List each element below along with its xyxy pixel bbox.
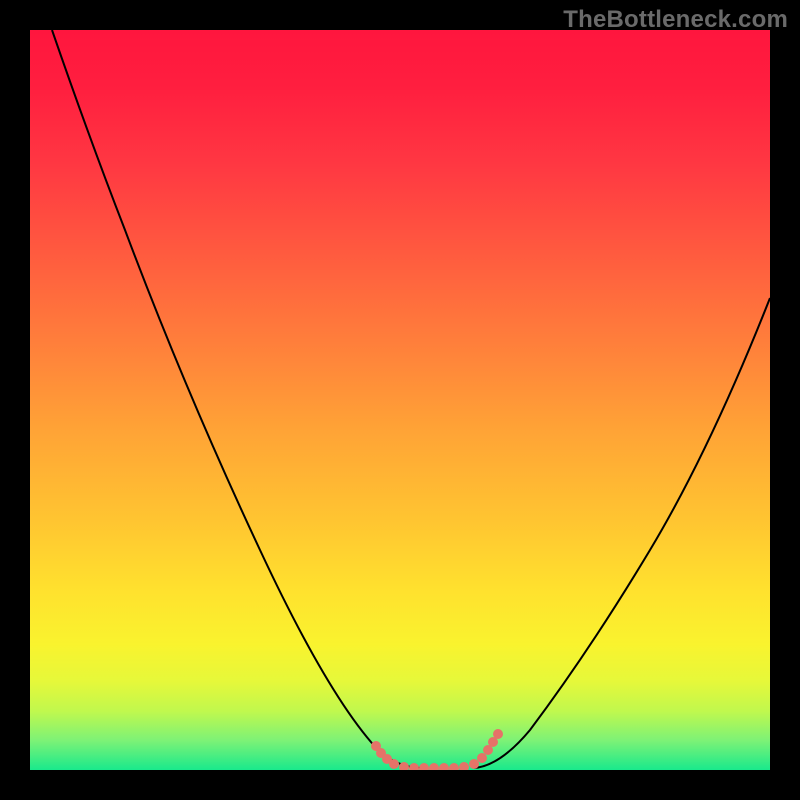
curve-left: [52, 30, 422, 768]
chart-frame: TheBottleneck.com: [0, 0, 800, 800]
trough-markers: [371, 729, 503, 770]
watermark-text: TheBottleneck.com: [563, 6, 788, 34]
curve-layer: [30, 30, 770, 770]
curve-right: [474, 298, 770, 768]
plot-area: [30, 30, 770, 770]
